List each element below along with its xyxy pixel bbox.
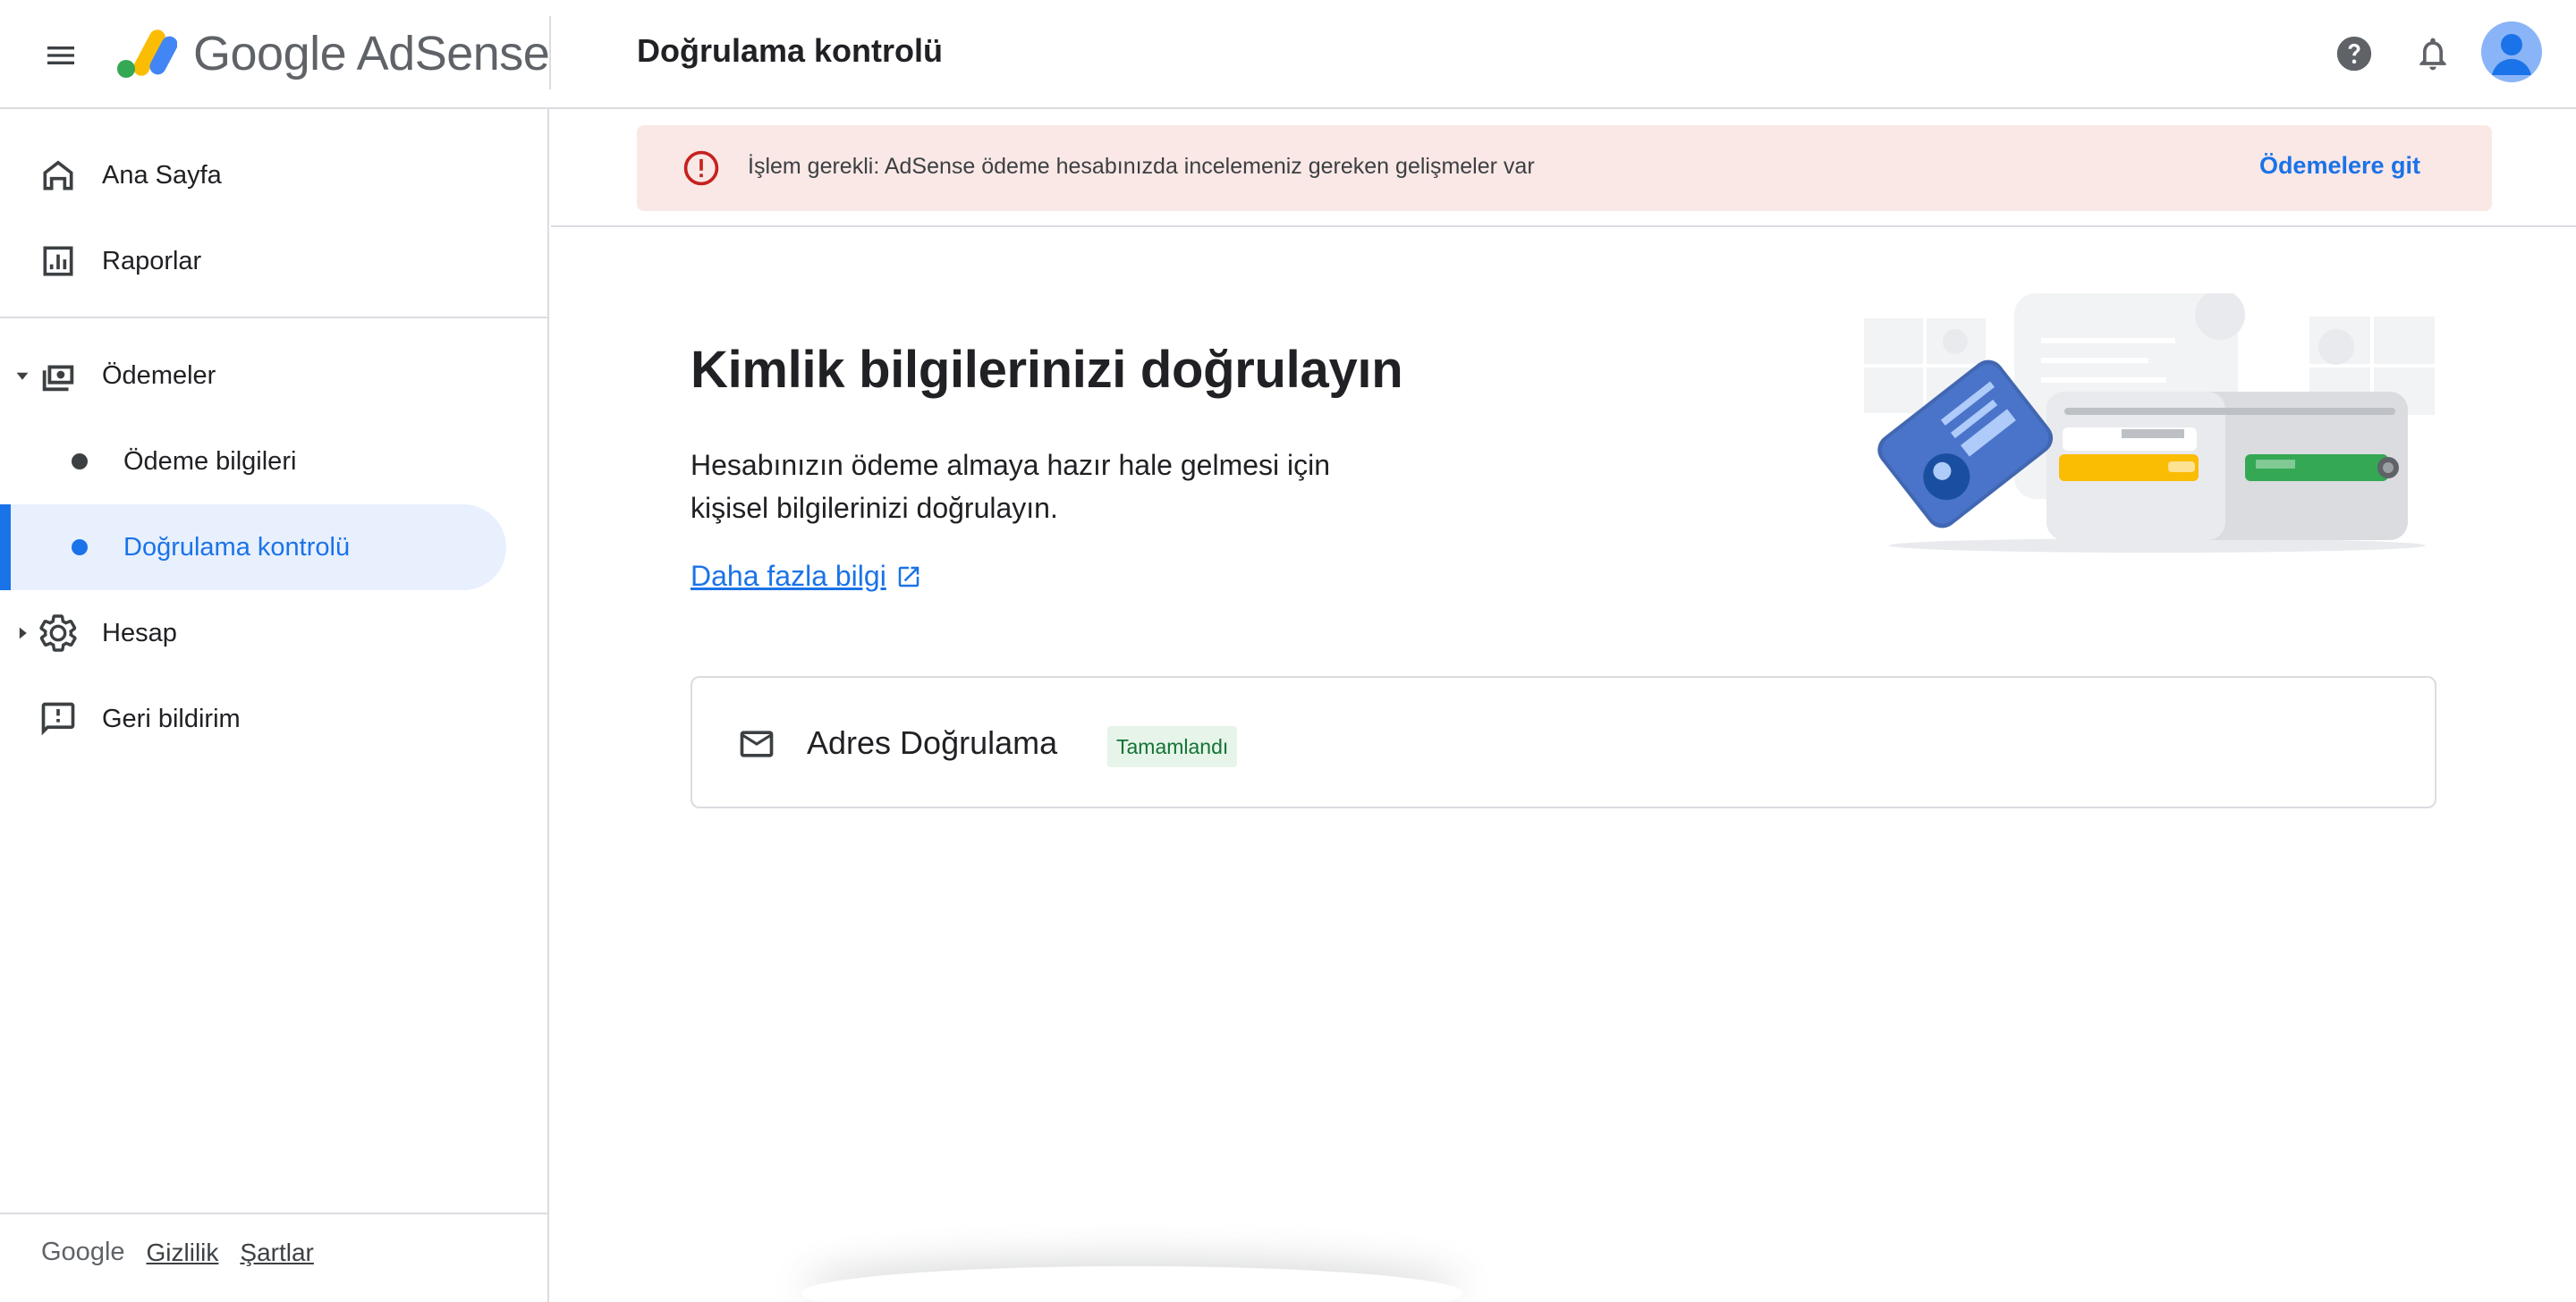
go-to-payments-button[interactable]: Ödemelere git	[2259, 152, 2420, 180]
sidebar-item-verification[interactable]: Doğrulama kontrolü	[0, 504, 506, 590]
learn-more-label: Daha fazla bilgi	[691, 560, 886, 592]
sidebar-item-home[interactable]: Ana Sayfa	[0, 132, 506, 218]
sidebar-item-label: Raporlar	[102, 246, 202, 275]
sidebar-divider	[0, 317, 547, 318]
open-in-new-icon	[898, 566, 919, 587]
sidebar-item-account[interactable]: Hesap	[0, 590, 506, 676]
sidebar-item-label: Ödemeler	[102, 360, 216, 390]
adsense-logo-mark	[117, 30, 177, 78]
section-heading: Kimlik bilgilerinizi doğrulayın	[691, 341, 1403, 399]
learn-more-link[interactable]: Daha fazla bilgi	[691, 560, 922, 593]
bullet-icon	[72, 539, 88, 555]
help-button[interactable]	[2327, 27, 2381, 80]
sidebar-item-payments[interactable]: Ödemeler	[0, 333, 506, 418]
notifications-button[interactable]	[2406, 27, 2460, 80]
bell-icon	[2419, 38, 2446, 71]
privacy-link[interactable]: Gizlilik	[147, 1239, 219, 1267]
wallet-id-illustration	[1862, 293, 2435, 553]
menu-button[interactable]	[36, 30, 86, 80]
footer-divider	[0, 1213, 547, 1214]
action-required-alert: İşlem gerekli: AdSense ödeme hesabınızda…	[637, 125, 2492, 211]
sidebar-item-label: Ana Sayfa	[102, 160, 222, 190]
status-badge: Tamamlandı	[1107, 726, 1238, 767]
sidebar-item-payment-info[interactable]: Ödeme bilgileri	[0, 418, 506, 504]
top-app-bar: Google AdSense Doğrulama kontrolü	[0, 0, 2576, 109]
sidebar-item-label: Ödeme bilgileri	[123, 446, 297, 476]
sidebar-item-reports[interactable]: Raporlar	[0, 218, 506, 304]
sidebar-item-label: Geri bildirim	[102, 704, 241, 733]
sidebar-item-label: Doğrulama kontrolü	[123, 532, 351, 562]
user-icon	[2492, 34, 2531, 75]
address-verification-card[interactable]: Adres Doğrulama Tamamlandı	[691, 676, 2436, 808]
sidebar-item-feedback[interactable]: Geri bildirim	[0, 676, 506, 762]
active-indicator	[0, 504, 11, 590]
caret-down-icon	[14, 368, 30, 384]
sidebar: Ana Sayfa Raporlar Ödemeler Ödeme bilgil…	[0, 109, 549, 1302]
mail-icon	[740, 731, 774, 757]
card-title: Adres Doğrulama	[807, 724, 1058, 761]
payments-icon	[36, 353, 80, 398]
sidebar-footer: Google Gizlilik Şartlar	[41, 1238, 314, 1267]
error-icon	[683, 150, 719, 186]
bar-chart-icon	[36, 239, 80, 283]
bullet-icon	[72, 453, 88, 469]
help-icon	[2336, 36, 2372, 72]
terms-link[interactable]: Şartlar	[240, 1239, 313, 1267]
footer-brand: Google	[41, 1238, 125, 1266]
page-title: Doğrulama kontrolü	[637, 32, 944, 69]
header-divider	[549, 16, 551, 89]
alert-message: İşlem gerekli: AdSense ödeme hesabınızda…	[748, 154, 1535, 179]
sidebar-item-label: Hesap	[102, 618, 177, 647]
gear-icon	[36, 611, 80, 655]
brand-name: Google AdSense	[193, 27, 550, 80]
alert-area: İşlem gerekli: AdSense ödeme hesabınızda…	[551, 109, 2576, 227]
caret-right-icon	[14, 625, 30, 641]
menu-icon	[47, 46, 74, 64]
bottom-shadow	[801, 1266, 1463, 1302]
adsense-logo[interactable]: Google AdSense	[114, 18, 550, 89]
main-content: Kimlik bilgilerinizi doğrulayın Hesabını…	[551, 229, 2576, 1302]
feedback-icon	[36, 697, 80, 741]
avatar[interactable]	[2481, 21, 2542, 82]
home-icon	[36, 153, 80, 198]
section-description: Hesabınızın ödeme almaya hazır hale gelm…	[691, 449, 1331, 524]
